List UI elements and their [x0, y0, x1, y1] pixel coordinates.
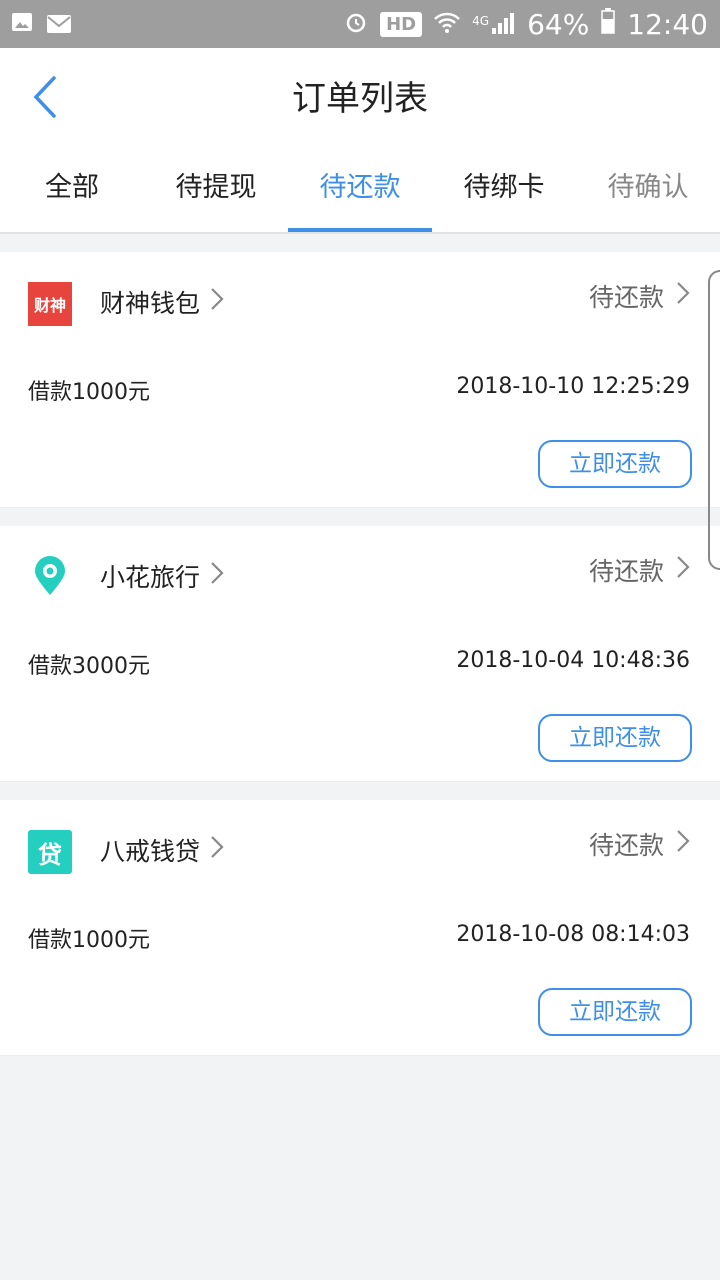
chevron-right-icon — [676, 555, 690, 585]
chevron-right-icon — [676, 281, 690, 311]
loan-amount: 借款3000元 — [28, 654, 150, 679]
tab-pending-repay[interactable]: 待还款 — [288, 150, 432, 232]
order-time: 2018-10-10 12:25:29 — [456, 374, 690, 399]
battery-icon — [601, 7, 616, 41]
repay-now-button[interactable]: 立即还款 — [538, 988, 692, 1036]
order-card[interactable]: 贷 八戒钱贷 待还款 借款1000元 2018-10-08 08:14:03 立… — [0, 800, 720, 1056]
merchant-logo: 贷 — [28, 830, 72, 874]
wifi-icon — [434, 8, 461, 41]
order-status[interactable]: 待还款 — [589, 278, 690, 314]
order-status-label: 待还款 — [588, 283, 664, 312]
clock: 12:40 — [627, 7, 708, 41]
network-label: 4G — [472, 13, 490, 28]
hd-badge: HD — [380, 11, 423, 37]
app-header: 订单列表 — [0, 48, 720, 150]
chevron-right-icon — [210, 287, 224, 317]
loan-amount: 借款1000元 — [28, 928, 150, 953]
tab-all[interactable]: 全部 — [0, 150, 144, 232]
signal-icon — [491, 8, 515, 41]
chevron-right-icon — [676, 829, 690, 859]
order-card[interactable]: 财神 财神钱包 待还款 借款1000元 2018-10-10 12:25:29 … — [0, 252, 720, 508]
status-bar: HD 4G 64% 12:40 — [0, 0, 720, 48]
chevron-right-icon — [210, 835, 224, 865]
loan-amount: 借款1000元 — [28, 380, 150, 405]
alarm-icon — [344, 8, 368, 41]
merchant-logo: 财神 — [28, 282, 72, 326]
battery-percent: 64% — [527, 7, 590, 41]
merchant-name: 小花旅行 — [100, 563, 201, 592]
merchant-link[interactable]: 财神钱包 — [100, 284, 224, 320]
order-status[interactable]: 待还款 — [589, 826, 690, 862]
merchant-name: 八戒钱贷 — [100, 837, 201, 866]
edge-panel-handle[interactable] — [708, 270, 720, 570]
repay-now-button[interactable]: 立即还款 — [538, 440, 692, 488]
gallery-icon — [10, 8, 34, 41]
order-tabs: 全部 待提现 待还款 待绑卡 待确认 — [0, 150, 720, 234]
order-status[interactable]: 待还款 — [589, 552, 690, 588]
repay-now-button[interactable]: 立即还款 — [538, 714, 692, 762]
page-title: 订单列表 — [292, 79, 428, 119]
merchant-link[interactable]: 小花旅行 — [100, 558, 224, 594]
order-status-label: 待还款 — [588, 831, 664, 860]
merchant-logo — [28, 556, 72, 600]
order-card[interactable]: 小花旅行 待还款 借款3000元 2018-10-04 10:48:36 立即还… — [0, 526, 720, 782]
merchant-name: 财神钱包 — [100, 289, 201, 318]
tab-pending-confirm[interactable]: 待确认 — [576, 150, 720, 232]
tab-pending-bind-card[interactable]: 待绑卡 — [432, 150, 576, 232]
mail-icon — [46, 8, 72, 41]
order-time: 2018-10-08 08:14:03 — [456, 922, 690, 947]
order-time: 2018-10-04 10:48:36 — [456, 648, 690, 673]
merchant-logo-text: 财神 — [33, 296, 66, 315]
merchant-logo-text: 贷 — [38, 840, 62, 869]
map-pin-icon — [33, 556, 67, 600]
merchant-link[interactable]: 八戒钱贷 — [100, 832, 224, 868]
tab-pending-withdraw[interactable]: 待提现 — [144, 150, 288, 232]
order-status-label: 待还款 — [588, 557, 664, 586]
chevron-right-icon — [210, 561, 224, 591]
